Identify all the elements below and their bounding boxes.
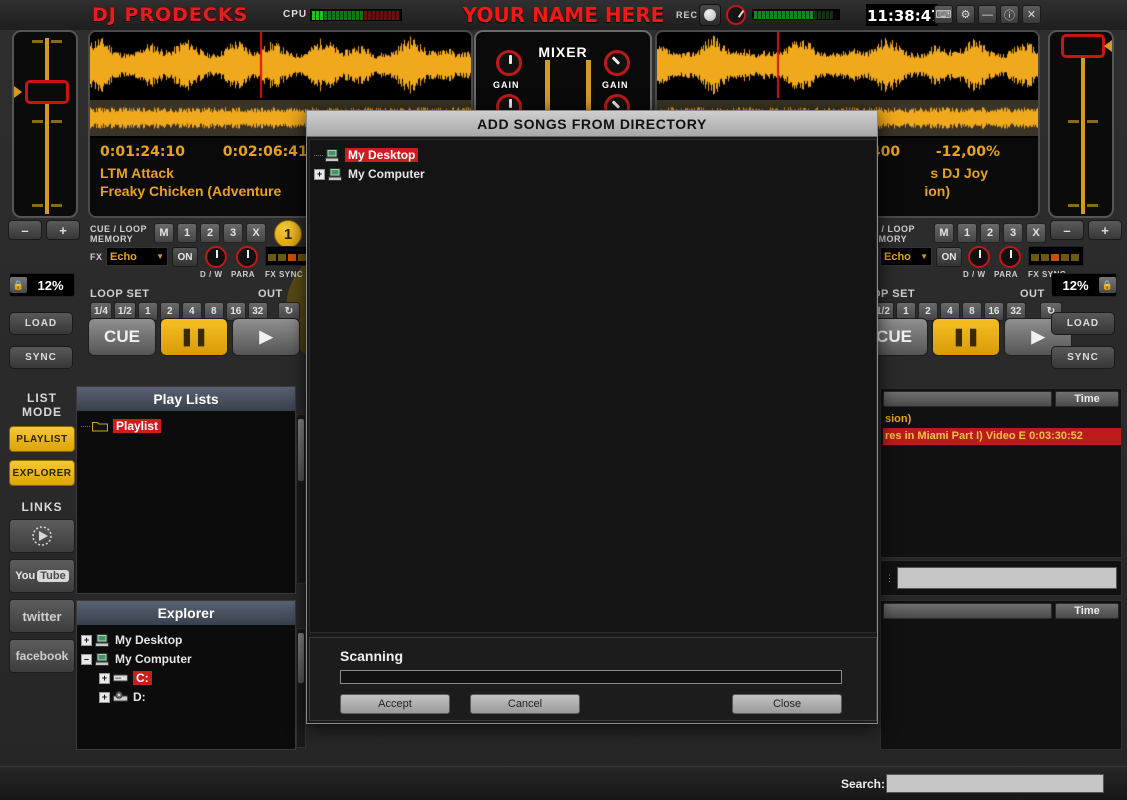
tree-item[interactable]: My Desktop bbox=[314, 146, 872, 164]
scanning-progress-bar bbox=[340, 670, 842, 684]
tree-item-label: My Computer bbox=[348, 167, 425, 181]
scanning-label: Scanning bbox=[340, 648, 404, 664]
dialog-tree-items: My Desktop + My Computer bbox=[310, 140, 876, 190]
tree-item-label: My Desktop bbox=[345, 148, 419, 162]
dj-application-window: DJ PRODECKS CPU YOUR NAME HERE REC 11:38… bbox=[0, 0, 1127, 800]
accept-button[interactable]: Accept bbox=[340, 694, 450, 714]
computer-icon bbox=[325, 148, 339, 162]
tree-connector bbox=[314, 154, 323, 156]
close-button[interactable]: Close bbox=[732, 694, 842, 714]
dialog-directory-tree[interactable]: My Desktop + My Computer bbox=[309, 139, 877, 633]
dialog-title: ADD SONGS FROM DIRECTORY bbox=[307, 111, 877, 137]
cancel-button[interactable]: Cancel bbox=[470, 694, 580, 714]
tree-expander[interactable]: + bbox=[314, 168, 325, 180]
add-songs-dialog: ADD SONGS FROM DIRECTORY My Desktop + My C… bbox=[306, 110, 878, 724]
computer-icon bbox=[328, 167, 342, 181]
tree-item[interactable]: + My Computer bbox=[314, 165, 872, 183]
dialog-footer: Scanning Accept Cancel Close bbox=[309, 637, 877, 721]
